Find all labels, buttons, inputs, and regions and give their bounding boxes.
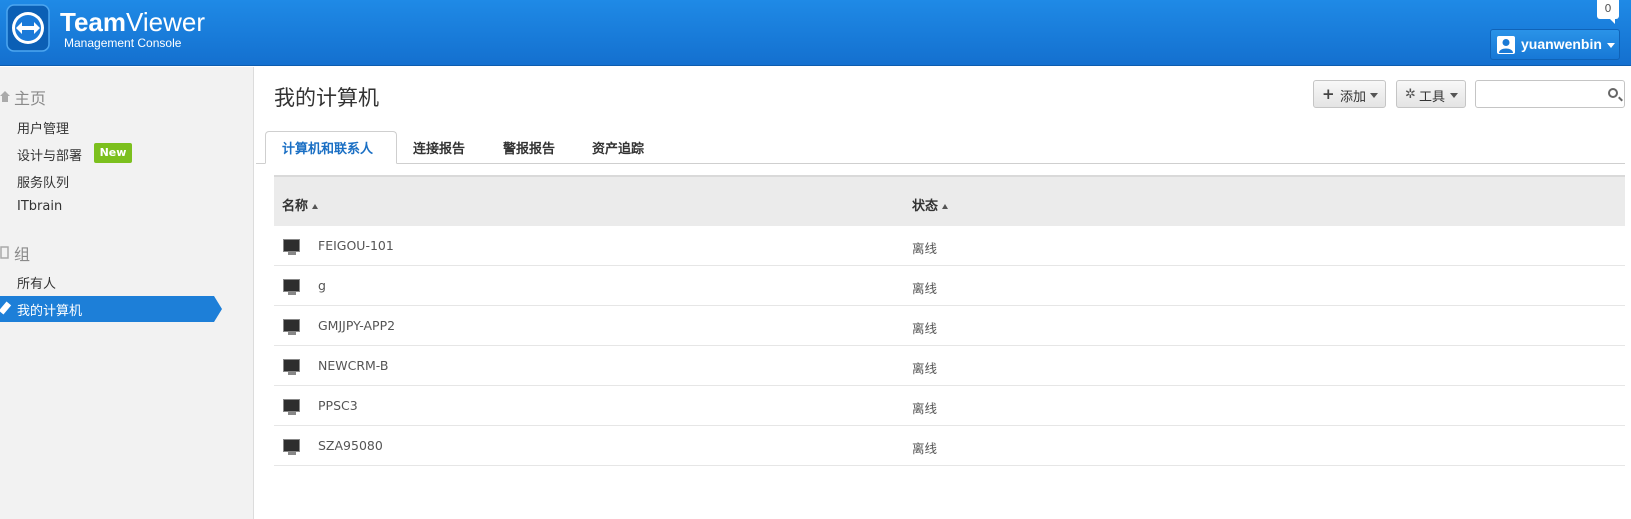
- tabs-divider: [256, 163, 1625, 164]
- sidebar-item-service-queue[interactable]: 服务队列: [17, 172, 69, 191]
- computer-status: 离线: [912, 281, 938, 296]
- brand-name: TeamViewer: [60, 8, 205, 36]
- sidebar-item-user-management[interactable]: 用户管理: [17, 118, 69, 137]
- computer-status: 离线: [912, 361, 938, 376]
- sidebar-item-my-computers[interactable]: 我的计算机: [0, 296, 222, 322]
- column-header-status[interactable]: 状态: [912, 195, 949, 214]
- brand-name-bold: Team: [60, 7, 126, 37]
- monitor-icon: [283, 319, 300, 335]
- table-row[interactable]: FEIGOU-101 离线: [274, 226, 1625, 266]
- tools-button-label: 工具: [1419, 90, 1446, 105]
- chevron-down-icon: [1370, 93, 1378, 98]
- home-icon: [0, 88, 10, 102]
- pencil-icon: [0, 301, 12, 315]
- monitor-icon: [283, 359, 300, 375]
- tab-alert-report[interactable]: 警报报告: [503, 138, 555, 157]
- add-button-label: 添加: [1340, 90, 1367, 105]
- user-name: yuanwenbin: [1521, 36, 1602, 52]
- monitor-icon: [283, 239, 300, 255]
- brand: TeamViewer Management Console: [60, 8, 205, 50]
- monitor-icon: [283, 439, 300, 455]
- sidebar-item-label: 我的计算机: [17, 304, 83, 319]
- chevron-down-icon: [1607, 43, 1615, 48]
- sidebar-item-design-deploy[interactable]: 设计与部署: [17, 145, 82, 164]
- monitor-icon: [283, 399, 300, 415]
- add-button[interactable]: + 添加: [1313, 80, 1386, 108]
- search-input[interactable]: [1475, 80, 1625, 108]
- sidebar-heading-group: 组: [14, 245, 31, 264]
- new-badge: New: [94, 143, 132, 163]
- table-row[interactable]: PPSC3 离线: [274, 386, 1625, 426]
- table-row[interactable]: SZA95080 离线: [274, 426, 1625, 466]
- page-title: 我的计算机: [274, 86, 379, 110]
- computers-table: 名称 状态 FEIGOU-101 离线 g 离线 GMJJPY-APP2 离线 …: [274, 175, 1625, 466]
- brand-subtitle: Management Console: [64, 36, 182, 50]
- tools-button[interactable]: ✲ 工具: [1396, 80, 1466, 108]
- app-header: TeamViewer Management Console 0 yuanwenb…: [0, 0, 1631, 66]
- search-icon: [1608, 88, 1618, 98]
- computer-name: FEIGOU-101: [318, 238, 394, 253]
- sidebar-item-everyone[interactable]: 所有人: [17, 273, 56, 292]
- user-avatar-icon: [1497, 36, 1515, 54]
- sort-asc-icon: [942, 204, 949, 209]
- group-icon: [0, 244, 10, 259]
- teamviewer-logo[interactable]: [6, 4, 52, 54]
- table-header: 名称 状态: [274, 175, 1625, 226]
- plus-icon: +: [1322, 85, 1335, 103]
- tab-computers-contacts-label: 计算机和联系人: [282, 142, 374, 157]
- gear-icon: ✲: [1405, 87, 1416, 102]
- computer-name: SZA95080: [318, 438, 383, 453]
- computer-name: PPSC3: [318, 398, 358, 413]
- computer-status: 离线: [912, 241, 938, 256]
- tab-asset-tracking[interactable]: 资产追踪: [592, 138, 644, 157]
- chevron-down-icon: [1450, 93, 1458, 98]
- sidebar-item-itbrain[interactable]: ITbrain: [17, 199, 62, 214]
- computer-name: GMJJPY-APP2: [318, 318, 396, 333]
- column-header-name-label: 名称: [282, 199, 309, 214]
- monitor-icon: [283, 279, 300, 295]
- computer-status: 离线: [912, 401, 938, 416]
- table-row[interactable]: NEWCRM-B 离线: [274, 346, 1625, 386]
- sidebar: 主页 用户管理 设计与部署 New 服务队列 ITbrain 组 所有人 我的计…: [0, 67, 254, 519]
- brand-name-light: Viewer: [126, 7, 206, 37]
- computer-name: NEWCRM-B: [318, 358, 389, 373]
- column-header-name[interactable]: 名称: [282, 195, 319, 214]
- sidebar-heading-home: 主页: [14, 89, 47, 108]
- table-row[interactable]: GMJJPY-APP2 离线: [274, 306, 1625, 346]
- tab-connection-report[interactable]: 连接报告: [413, 138, 465, 157]
- table-row[interactable]: g 离线: [274, 266, 1625, 306]
- computer-name: g: [318, 278, 326, 293]
- sort-asc-icon: [312, 204, 319, 209]
- user-menu-button[interactable]: yuanwenbin: [1490, 29, 1620, 60]
- notification-badge[interactable]: 0: [1597, 0, 1619, 24]
- computer-status: 离线: [912, 441, 938, 456]
- column-header-status-label: 状态: [912, 199, 939, 214]
- computer-status: 离线: [912, 321, 938, 336]
